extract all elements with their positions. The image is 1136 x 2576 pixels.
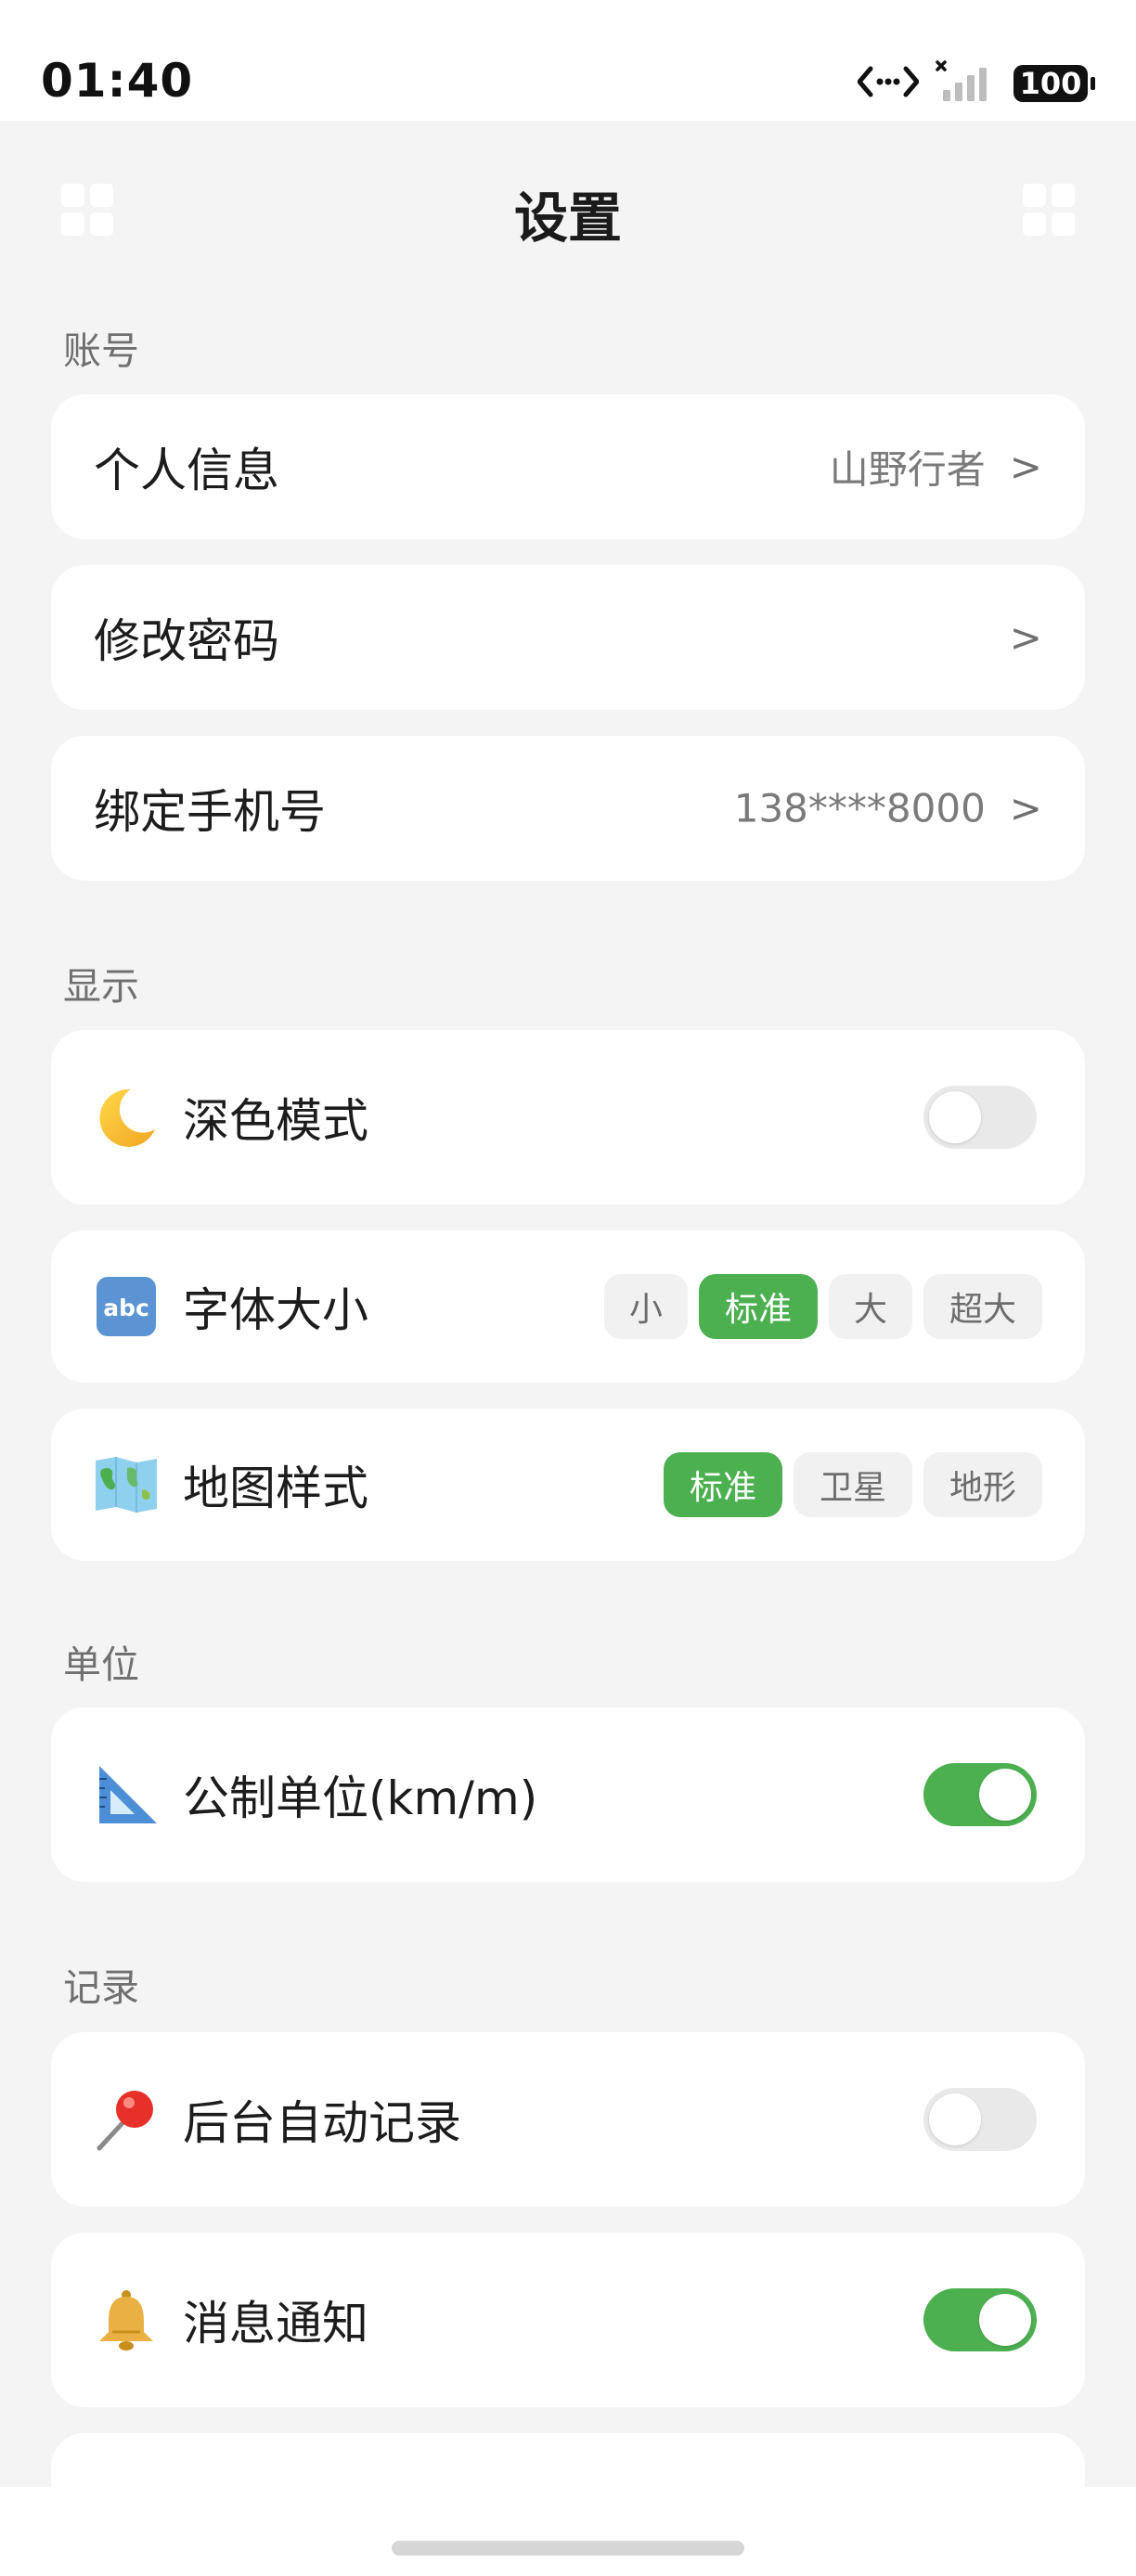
- status-bar: 01:40 100: [0, 0, 1136, 121]
- triangular-ruler-icon: [94, 1762, 159, 1827]
- section-label-record: 记录: [63, 1965, 139, 2010]
- row-personal-info[interactable]: 个人信息 山野行者 >: [51, 394, 1085, 539]
- section-label-display: 显示: [63, 964, 139, 1009]
- header: 设置: [0, 121, 1136, 297]
- bottom-bar: [0, 2487, 1136, 2576]
- pushpin-icon: [94, 2087, 159, 2152]
- abc-icon: abc: [94, 1274, 159, 1339]
- map-style-option-satellite[interactable]: 卫星: [794, 1452, 912, 1517]
- row-font-size: abc 字体大小 小 标准 大 超大: [51, 1230, 1085, 1383]
- world-map-icon: [94, 1452, 159, 1517]
- status-time: 01:40: [41, 54, 194, 108]
- font-size-option-small[interactable]: 小: [604, 1274, 688, 1339]
- section-label-account: 账号: [63, 328, 139, 373]
- row-dark-mode: 深色模式: [51, 1030, 1085, 1204]
- font-size-option-standard[interactable]: 标准: [699, 1274, 818, 1339]
- font-size-option-large[interactable]: 大: [829, 1274, 912, 1339]
- battery-icon: 100: [1013, 65, 1095, 102]
- row-change-password[interactable]: 修改密码 >: [51, 565, 1085, 710]
- row-bind-phone[interactable]: 绑定手机号 138****8000 >: [51, 736, 1085, 881]
- section-label-units: 单位: [63, 1642, 139, 1687]
- row-title: 个人信息: [94, 444, 279, 497]
- row-title: 修改密码: [94, 614, 279, 668]
- data-transfer-icon: [857, 63, 920, 104]
- font-size-option-xlarge[interactable]: 超大: [923, 1274, 1042, 1339]
- toggle-knob: [979, 2294, 1031, 2346]
- status-icons: 100: [857, 60, 1095, 107]
- chevron-right-icon: >: [1009, 785, 1042, 831]
- signal-icon: [936, 60, 997, 107]
- row-title: 字体大小: [183, 1283, 368, 1337]
- row-title: 绑定手机号: [94, 785, 326, 839]
- home-indicator[interactable]: [392, 2541, 744, 2556]
- map-style-option-terrain[interactable]: 地形: [923, 1452, 1042, 1517]
- row-title: 后台自动记录: [183, 2096, 461, 2150]
- row-title: 地图样式: [183, 1462, 368, 1515]
- toggle-knob: [979, 1769, 1031, 1821]
- row-auto-record: 后台自动记录: [51, 2032, 1085, 2207]
- font-size-segmented: 小 标准 大 超大: [604, 1274, 1042, 1339]
- notifications-toggle[interactable]: [923, 2288, 1037, 2351]
- chevron-right-icon: >: [1009, 614, 1042, 661]
- crescent-moon-icon: [94, 1085, 159, 1150]
- toggle-knob: [929, 2093, 981, 2145]
- row-title: 深色模式: [183, 1094, 368, 1148]
- chevron-right-icon: >: [1009, 444, 1042, 490]
- auto-record-toggle[interactable]: [923, 2088, 1037, 2151]
- dark-mode-toggle[interactable]: [923, 1086, 1037, 1149]
- toggle-knob: [929, 1091, 981, 1143]
- row-value: 138****8000: [733, 785, 986, 831]
- metric-units-toggle[interactable]: [923, 1763, 1037, 1826]
- grid-icon[interactable]: [1023, 184, 1075, 236]
- svg-text:abc: abc: [103, 1294, 149, 1321]
- row-map-style: 地图样式 标准 卫星 地形: [51, 1409, 1085, 1561]
- row-title: 消息通知: [183, 2297, 368, 2351]
- map-style-segmented: 标准 卫星 地形: [664, 1452, 1042, 1517]
- row-value: 山野行者: [829, 446, 986, 493]
- page-title: 设置: [513, 187, 622, 250]
- row-title: 公制单位(km/m): [183, 1771, 538, 1825]
- bell-icon: [94, 2287, 159, 2352]
- map-style-option-standard[interactable]: 标准: [664, 1452, 782, 1517]
- row-notifications: 消息通知: [51, 2233, 1085, 2407]
- row-metric-units: 公制单位(km/m): [51, 1707, 1085, 1882]
